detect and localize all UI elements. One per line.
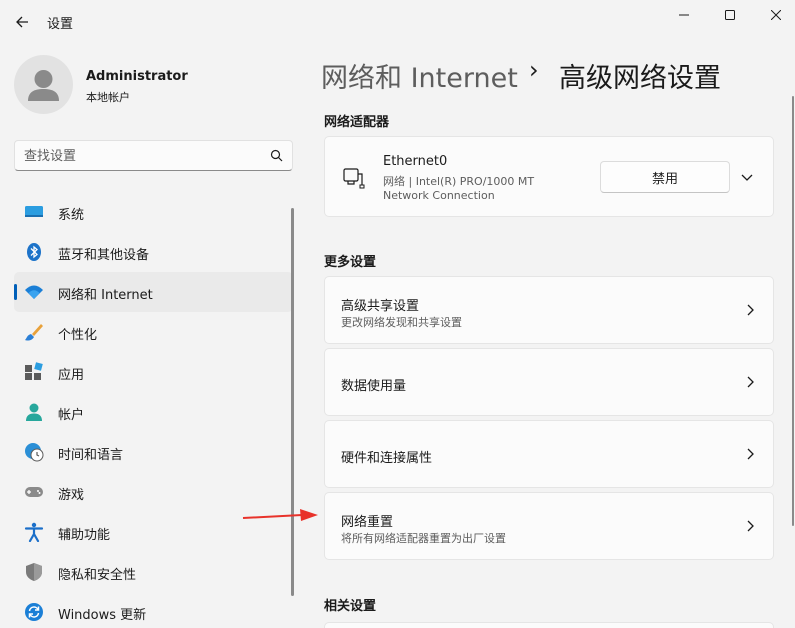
row-title: 高级共享设置 — [341, 299, 420, 314]
close-button[interactable] — [752, 0, 795, 30]
sidebar-item-personalization[interactable]: 个性化 — [14, 312, 293, 352]
chevron-right-icon — [747, 520, 754, 532]
disable-adapter-button[interactable]: 禁用 — [600, 161, 730, 193]
accessibility-icon — [24, 522, 44, 542]
sidebar-item-accounts[interactable]: 帐户 — [14, 392, 293, 432]
chevron-right-icon — [747, 376, 754, 388]
app-title: 设置 — [47, 17, 74, 32]
row-subtitle: 更改网络发现和共享设置 — [341, 316, 462, 329]
red-arrow-annotation — [242, 509, 318, 521]
sidebar-item-label: 蓝牙和其他设备 — [58, 248, 150, 263]
sidebar-item-label: 隐私和安全性 — [58, 568, 137, 583]
row-subtitle: 将所有网络适配器重置为出厂设置 — [341, 532, 506, 545]
sidebar-item-label: 帐户 — [58, 408, 85, 423]
sidebar-item-apps[interactable]: 应用 — [14, 352, 293, 392]
apps-icon — [24, 362, 44, 382]
account-icon — [24, 402, 44, 422]
search-icon[interactable] — [269, 148, 285, 164]
sidebar-nav: 系统 蓝牙和其他设备 网络和 Internet 个性化 应用 帐户 时间和语言 … — [14, 192, 293, 628]
sidebar-item-label: 应用 — [58, 368, 85, 383]
minimize-button[interactable] — [660, 0, 707, 30]
adapter-description: 网络 | Intel(R) PRO/1000 MT — [383, 175, 535, 188]
row-title: 硬件和连接属性 — [341, 451, 433, 466]
user-avatar-icon — [28, 70, 59, 101]
profile-account-type: 本地帐户 — [86, 91, 130, 104]
main-scrollbar[interactable] — [792, 96, 794, 526]
sidebar-item-system[interactable]: 系统 — [14, 192, 293, 232]
hardware-connection-properties-row[interactable]: 硬件和连接属性 — [324, 420, 774, 488]
sidebar-scrollbar[interactable] — [291, 208, 294, 596]
breadcrumb-parent-link[interactable]: 网络和 Internet — [321, 56, 518, 95]
page-title: 高级网络设置 — [559, 63, 721, 94]
sidebar-item-label: 辅助功能 — [58, 528, 111, 543]
update-icon — [24, 602, 44, 622]
breadcrumb-separator: › — [529, 56, 539, 84]
section-title-more-settings: 更多设置 — [324, 255, 377, 270]
time-language-icon — [24, 442, 44, 462]
back-button[interactable] — [8, 8, 36, 36]
brush-icon — [24, 322, 44, 342]
sidebar-item-label: 个性化 — [58, 328, 98, 343]
chevron-right-icon — [747, 304, 754, 316]
maximize-icon — [724, 10, 735, 20]
profile-name: Administrator — [86, 69, 188, 84]
sidebar-item-network[interactable]: 网络和 Internet — [14, 272, 293, 312]
sidebar-item-label: 网络和 Internet — [58, 288, 153, 303]
sidebar-item-bluetooth[interactable]: 蓝牙和其他设备 — [14, 232, 293, 272]
back-arrow-icon — [16, 16, 28, 28]
advanced-sharing-settings-row[interactable]: 高级共享设置 更改网络发现和共享设置 — [324, 276, 774, 344]
gaming-icon — [24, 482, 44, 502]
sidebar-item-time-language[interactable]: 时间和语言 — [14, 432, 293, 472]
sidebar-item-windows-update[interactable]: Windows 更新 — [14, 592, 293, 628]
shield-icon — [24, 562, 44, 582]
ethernet-icon — [343, 168, 365, 189]
minimize-icon — [678, 14, 689, 16]
wifi-icon — [24, 282, 44, 302]
title-bar: 设置 — [0, 0, 795, 44]
sidebar-item-label: 游戏 — [58, 488, 85, 503]
chevron-right-icon — [747, 448, 754, 460]
system-icon — [24, 202, 44, 222]
sidebar-item-privacy[interactable]: 隐私和安全性 — [14, 552, 293, 592]
sidebar-item-label: Windows 更新 — [58, 608, 147, 623]
selected-indicator — [14, 284, 17, 300]
bluetooth-icon — [24, 242, 44, 262]
search-input[interactable] — [24, 147, 264, 165]
adapter-description-line2: Network Connection — [383, 189, 495, 202]
related-settings-card[interactable] — [324, 622, 774, 628]
maximize-button[interactable] — [706, 0, 753, 30]
data-usage-row[interactable]: 数据使用量 — [324, 348, 774, 416]
search-box[interactable] — [14, 140, 293, 171]
row-title: 数据使用量 — [341, 379, 407, 394]
avatar[interactable] — [14, 55, 73, 114]
sidebar-item-label: 时间和语言 — [58, 448, 124, 463]
adapter-name: Ethernet0 — [383, 154, 448, 169]
sidebar-item-label: 系统 — [58, 208, 85, 223]
section-title-adapters: 网络适配器 — [324, 115, 390, 130]
section-title-related-settings: 相关设置 — [324, 599, 377, 614]
adapter-card[interactable]: Ethernet0 网络 | Intel(R) PRO/1000 MT Netw… — [324, 136, 774, 217]
close-icon — [770, 10, 781, 20]
row-title: 网络重置 — [341, 515, 394, 530]
network-reset-row[interactable]: 网络重置 将所有网络适配器重置为出厂设置 — [324, 492, 774, 560]
chevron-down-icon[interactable] — [739, 169, 755, 185]
